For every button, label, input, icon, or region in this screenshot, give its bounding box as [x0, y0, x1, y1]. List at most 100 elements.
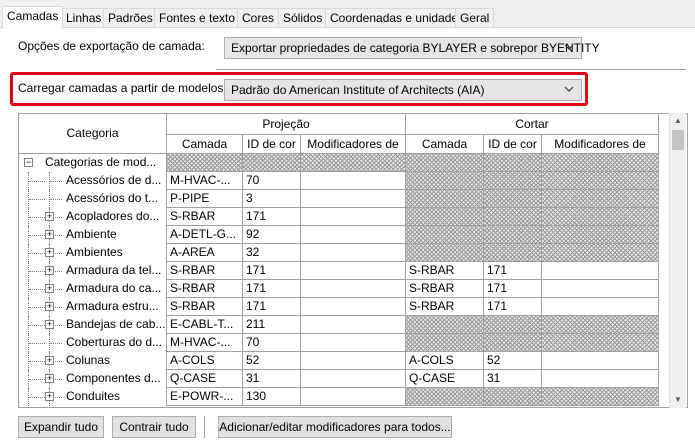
proj-layer-cell[interactable]	[167, 154, 243, 172]
cut-color-cell[interactable]	[484, 208, 542, 226]
proj-modifiers-cell[interactable]	[301, 172, 406, 190]
category-cell[interactable]: + Ambiente	[19, 226, 167, 244]
cut-modifiers-cell[interactable]	[542, 208, 659, 226]
header-proj-color-id[interactable]: ID de cor	[243, 135, 301, 154]
cut-modifiers-cell[interactable]	[542, 298, 659, 316]
cut-layer-cell[interactable]: S-RBAR	[406, 262, 484, 280]
proj-modifiers-cell[interactable]	[301, 208, 406, 226]
proj-modifiers-cell[interactable]	[301, 388, 406, 406]
cut-layer-cell[interactable]	[406, 172, 484, 190]
proj-layer-cell[interactable]: A-COLS	[167, 352, 243, 370]
expand-icon[interactable]: +	[45, 248, 54, 257]
proj-color-cell[interactable]: 70	[243, 172, 301, 190]
cut-modifiers-cell[interactable]	[542, 154, 659, 172]
category-cell[interactable]: + Armadura estru...	[19, 298, 167, 316]
proj-modifiers-cell[interactable]	[301, 316, 406, 334]
collapse-all-button[interactable]: Contrair tudo	[112, 416, 196, 438]
proj-modifiers-cell[interactable]	[301, 262, 406, 280]
proj-modifiers-cell[interactable]	[301, 370, 406, 388]
cut-color-cell[interactable]: 171	[484, 262, 542, 280]
cut-layer-cell[interactable]	[406, 154, 484, 172]
expand-icon[interactable]: +	[45, 356, 54, 365]
category-cell[interactable]: + Conduites	[19, 388, 167, 406]
cut-modifiers-cell[interactable]	[542, 262, 659, 280]
proj-modifiers-cell[interactable]	[301, 154, 406, 172]
tab-fontes-e-texto[interactable]: Fontes e texto	[154, 8, 241, 28]
load-layers-dropdown[interactable]: Padrão do American Institute of Architec…	[224, 79, 582, 101]
proj-layer-cell[interactable]: S-RBAR	[167, 262, 243, 280]
tab-padroes[interactable]: Padrões	[103, 8, 158, 28]
category-cell[interactable]: + Acopladores do...	[19, 208, 167, 226]
cut-modifiers-cell[interactable]	[542, 172, 659, 190]
proj-color-cell[interactable]: 32	[243, 244, 301, 262]
proj-layer-cell[interactable]: M-HVAC-...	[167, 334, 243, 352]
cut-color-cell[interactable]: 31	[484, 370, 542, 388]
proj-layer-cell[interactable]: S-RBAR	[167, 298, 243, 316]
cut-layer-cell[interactable]	[406, 190, 484, 208]
proj-color-cell[interactable]: 171	[243, 208, 301, 226]
cut-color-cell[interactable]	[484, 388, 542, 406]
proj-layer-cell[interactable]: E-CABL-T...	[167, 316, 243, 334]
expand-icon[interactable]: +	[45, 374, 54, 383]
expand-icon[interactable]: +	[45, 302, 54, 311]
proj-color-cell[interactable]: 130	[243, 388, 301, 406]
cut-layer-cell[interactable]	[406, 244, 484, 262]
cut-color-cell[interactable]: 52	[484, 352, 542, 370]
category-cell[interactable]: + Componentes d...	[19, 370, 167, 388]
cut-color-cell[interactable]	[484, 244, 542, 262]
header-proj-modifiers[interactable]: Modificadores de	[301, 135, 406, 154]
header-cut-modifiers[interactable]: Modificadores de	[542, 135, 659, 154]
cut-color-cell[interactable]	[484, 154, 542, 172]
expand-icon[interactable]: +	[45, 284, 54, 293]
tab-camadas[interactable]: Camadas	[2, 6, 64, 29]
cut-layer-cell[interactable]	[406, 226, 484, 244]
tab-solidos[interactable]: Sólidos	[278, 8, 328, 28]
cut-color-cell[interactable]: 171	[484, 280, 542, 298]
category-cell[interactable]: + Colunas	[19, 352, 167, 370]
proj-color-cell[interactable]: 171	[243, 262, 301, 280]
cut-color-cell[interactable]	[484, 334, 542, 352]
cut-layer-cell[interactable]	[406, 316, 484, 334]
expand-icon[interactable]: +	[45, 230, 54, 239]
category-cell[interactable]: Coberturas do d...	[19, 334, 167, 352]
cut-layer-cell[interactable]: A-COLS	[406, 352, 484, 370]
add-edit-modifiers-button[interactable]: Adicionar/editar modificadores para todo…	[218, 416, 452, 438]
category-cell[interactable]: + Bandejas de cab...	[19, 316, 167, 334]
category-cell[interactable]: + Armadura da tel...	[19, 262, 167, 280]
proj-color-cell[interactable]: 3	[243, 190, 301, 208]
proj-modifiers-cell[interactable]	[301, 244, 406, 262]
cut-modifiers-cell[interactable]	[542, 280, 659, 298]
cut-modifiers-cell[interactable]	[542, 244, 659, 262]
scroll-thumb[interactable]	[672, 130, 684, 150]
vertical-scrollbar[interactable]: ▲ ▼	[669, 113, 686, 408]
proj-layer-cell[interactable]: P-PIPE	[167, 190, 243, 208]
cut-modifiers-cell[interactable]	[542, 226, 659, 244]
proj-layer-cell[interactable]: S-RBAR	[167, 280, 243, 298]
category-cell[interactable]: Acessórios do t...	[19, 190, 167, 208]
expand-icon[interactable]: +	[45, 212, 54, 221]
header-cut-color-id[interactable]: ID de cor	[484, 135, 542, 154]
expand-icon[interactable]: +	[45, 266, 54, 275]
cut-layer-cell[interactable]: S-RBAR	[406, 280, 484, 298]
cut-color-cell[interactable]	[484, 226, 542, 244]
proj-modifiers-cell[interactable]	[301, 190, 406, 208]
proj-modifiers-cell[interactable]	[301, 298, 406, 316]
category-cell[interactable]: + Armadura do ca...	[19, 280, 167, 298]
proj-layer-cell[interactable]: Q-CASE	[167, 370, 243, 388]
cut-layer-cell[interactable]: Q-CASE	[406, 370, 484, 388]
cut-modifiers-cell[interactable]	[542, 316, 659, 334]
tab-cores[interactable]: Cores	[237, 8, 280, 28]
category-cell[interactable]: Acessórios de d...	[19, 172, 167, 190]
cut-layer-cell[interactable]	[406, 388, 484, 406]
proj-modifiers-cell[interactable]	[301, 280, 406, 298]
cut-layer-cell[interactable]	[406, 208, 484, 226]
proj-color-cell[interactable]	[243, 154, 301, 172]
cut-modifiers-cell[interactable]	[542, 352, 659, 370]
tab-geral[interactable]: Geral	[455, 8, 495, 28]
proj-color-cell[interactable]: 92	[243, 226, 301, 244]
proj-layer-cell[interactable]: S-RBAR	[167, 208, 243, 226]
cut-modifiers-cell[interactable]	[542, 334, 659, 352]
proj-modifiers-cell[interactable]	[301, 352, 406, 370]
proj-color-cell[interactable]: 70	[243, 334, 301, 352]
proj-color-cell[interactable]: 171	[243, 298, 301, 316]
